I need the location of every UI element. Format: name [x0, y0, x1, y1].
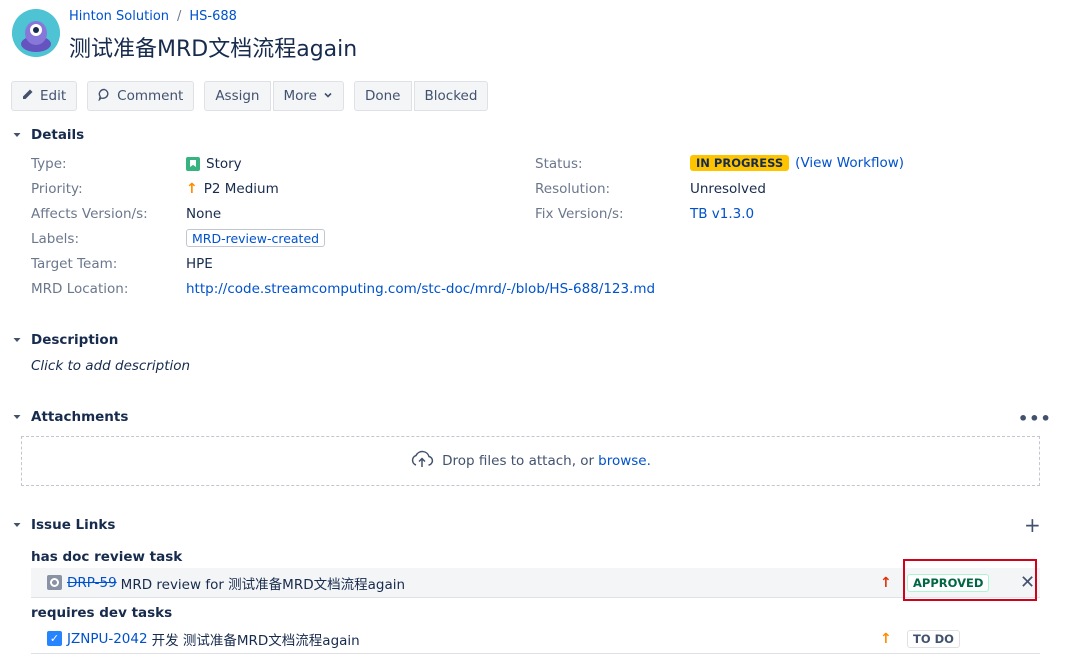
status-value: IN PROGRESS (View Workflow)	[690, 155, 904, 171]
linked-issue-summary[interactable]: 开发 测试准备MRD文档流程again	[152, 629, 360, 649]
edit-button-label: Edit	[40, 88, 67, 104]
project-avatar[interactable]	[12, 9, 60, 57]
type-label: Type:	[31, 156, 67, 172]
attachment-dropzone[interactable]: Drop files to attach, or browse.	[21, 436, 1040, 486]
target-team-label: Target Team:	[31, 256, 118, 272]
affects-version-label: Affects Version/s:	[31, 206, 148, 222]
breadcrumb-project[interactable]: Hinton Solution	[69, 9, 169, 24]
target-team-value: HPE	[186, 256, 213, 272]
chevron-down-icon	[11, 411, 23, 423]
label-chip[interactable]: MRD-review-created	[186, 229, 326, 247]
chevron-down-icon	[11, 334, 23, 346]
priority-medium-icon: ↑	[880, 630, 892, 647]
comment-icon	[98, 88, 111, 105]
more-button-label: More	[283, 88, 317, 104]
close-icon[interactable]: ✕	[1020, 572, 1035, 593]
issue-links-heading: Issue Links	[31, 517, 116, 533]
mrd-location-link[interactable]: http://code.streamcomputing.com/stc-doc/…	[186, 281, 655, 297]
attachments-section-toggle[interactable]: Attachments	[11, 409, 128, 425]
attachments-more-icon[interactable]: •••	[1018, 409, 1052, 428]
issue-toolbar: Edit Comment Assign More Done Blocked	[11, 81, 498, 111]
priority-value-text: P2 Medium	[203, 181, 279, 197]
workflow-group: Done Blocked	[353, 81, 489, 111]
resolution-label: Resolution:	[535, 181, 611, 197]
mrd-location-label: MRD Location:	[31, 281, 129, 297]
affects-version-value: None	[186, 206, 222, 222]
chevron-down-icon	[323, 88, 333, 104]
description-heading: Description	[31, 332, 119, 348]
breadcrumb-issue-key[interactable]: HS-688	[189, 9, 237, 24]
status-lozenge[interactable]: IN PROGRESS	[690, 155, 790, 171]
fix-version-label: Fix Version/s:	[535, 206, 624, 222]
story-icon	[186, 157, 200, 171]
labels-value: MRD-review-created	[186, 229, 326, 247]
issue-link-row[interactable]: ✓ JZNPU-2042 开发 测试准备MRD文档流程again ↑ TO DO	[31, 624, 1040, 654]
comment-button[interactable]: Comment	[87, 81, 195, 111]
labels-label: Labels:	[31, 231, 80, 247]
priority-label: Priority:	[31, 181, 83, 197]
issue-links-section-toggle[interactable]: Issue Links	[11, 517, 115, 533]
status-label: Status:	[535, 156, 583, 172]
browse-link[interactable]: browse.	[598, 453, 651, 469]
checkbox-task-icon: ✓	[47, 631, 62, 646]
fix-version-link[interactable]: TB v1.3.0	[690, 206, 754, 222]
view-workflow-link[interactable]: (View Workflow)	[795, 155, 904, 171]
priority-arrow-up-icon: ↑	[186, 181, 198, 197]
status-lozenge-todo: TO DO	[907, 629, 960, 648]
breadcrumb-separator: /	[177, 9, 182, 24]
type-value: Story	[186, 156, 242, 172]
comment-button-label: Comment	[117, 88, 184, 104]
edit-button[interactable]: Edit	[11, 81, 78, 111]
breadcrumb: Hinton Solution / HS-688	[69, 9, 237, 24]
type-value-text: Story	[206, 156, 242, 172]
attachments-heading: Attachments	[31, 409, 129, 425]
review-task-icon	[47, 575, 62, 590]
page-title[interactable]: 测试准备MRD文档流程again	[69, 31, 357, 63]
more-button[interactable]: More	[272, 81, 344, 111]
details-section-toggle[interactable]: Details	[11, 127, 84, 143]
blocked-button[interactable]: Blocked	[413, 81, 489, 111]
assign-more-group: Assign More	[204, 81, 344, 111]
linked-issue-summary[interactable]: MRD review for 测试准备MRD文档流程again	[121, 573, 405, 593]
priority-value: ↑ P2 Medium	[186, 181, 279, 197]
description-placeholder[interactable]: Click to add description	[31, 358, 190, 374]
status-lozenge-approved: APPROVED	[907, 573, 990, 592]
pencil-icon	[22, 88, 34, 104]
link-type-label: requires dev tasks	[31, 605, 173, 621]
chevron-down-icon	[11, 129, 23, 141]
chevron-down-icon	[11, 519, 23, 531]
add-link-icon[interactable]: +	[1024, 515, 1041, 535]
link-type-label: has doc review task	[31, 549, 183, 565]
done-button[interactable]: Done	[353, 81, 412, 111]
resolution-value: Unresolved	[690, 181, 766, 197]
issue-link-row[interactable]: DRP-59 MRD review for 测试准备MRD文档流程again ↑…	[31, 568, 1040, 598]
dropzone-text: Drop files to attach, or	[442, 453, 595, 469]
linked-issue-key[interactable]: JZNPU-2042	[67, 631, 148, 647]
description-section-toggle[interactable]: Description	[11, 332, 118, 348]
cloud-upload-icon	[410, 449, 434, 473]
priority-high-icon: ↑	[880, 574, 892, 591]
assign-button[interactable]: Assign	[204, 81, 271, 111]
details-heading: Details	[31, 127, 85, 143]
linked-issue-key[interactable]: DRP-59	[67, 575, 117, 591]
